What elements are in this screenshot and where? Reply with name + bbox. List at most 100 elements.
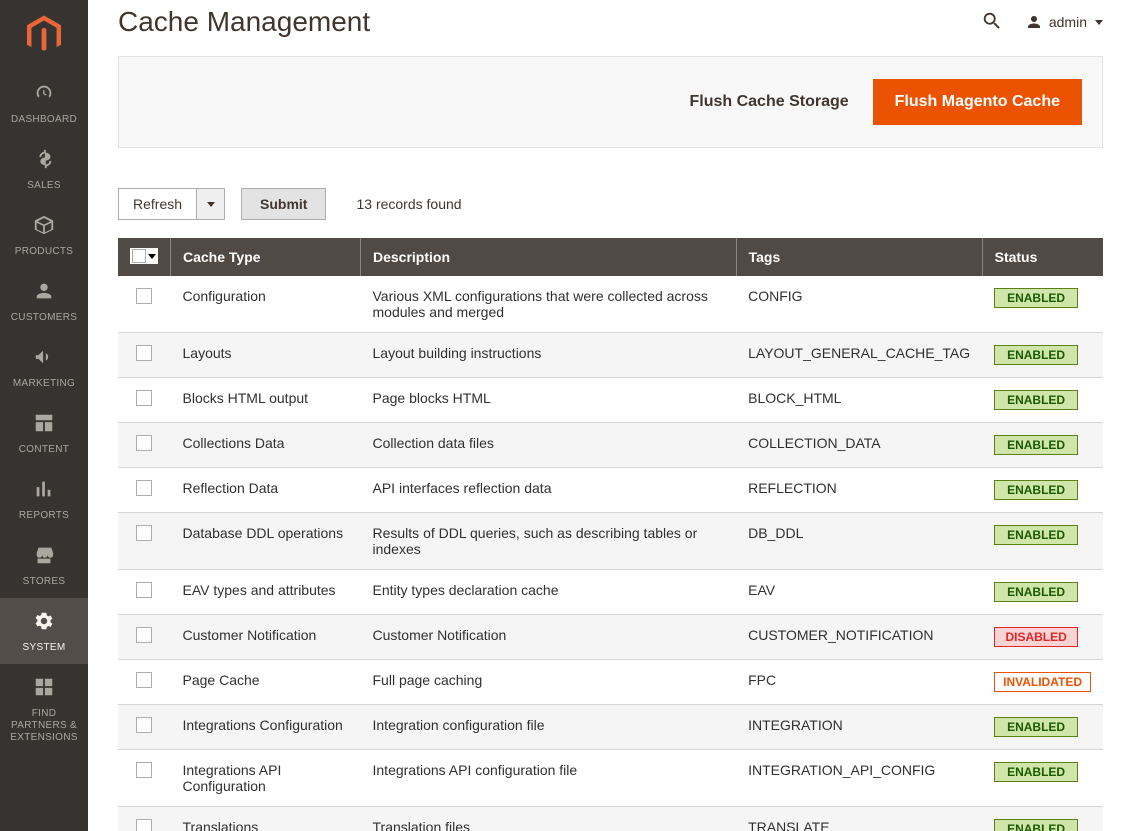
row-checkbox[interactable] xyxy=(136,672,152,688)
cell-description: Integration configuration file xyxy=(361,705,737,750)
chart-icon xyxy=(33,478,55,506)
cell-tags: FPC xyxy=(736,660,982,705)
cell-status: ENABLED xyxy=(982,570,1103,615)
cell-status: ENABLED xyxy=(982,423,1103,468)
flush-magento-cache-button[interactable]: Flush Magento Cache xyxy=(873,79,1082,125)
col-header-cache-type[interactable]: Cache Type xyxy=(171,238,361,276)
cell-tags: TRANSLATE xyxy=(736,807,982,831)
sidebar-item-find-partners-extensions[interactable]: FIND PARTNERS & EXTENSIONS xyxy=(0,664,88,754)
row-checkbox[interactable] xyxy=(136,345,152,361)
cell-tags: INTEGRATION_API_CONFIG xyxy=(736,750,982,807)
page-actions: Flush Cache Storage Flush Magento Cache xyxy=(118,56,1103,148)
sidebar-item-dashboard[interactable]: DASHBOARD xyxy=(0,70,88,136)
page-title: Cache Management xyxy=(118,6,370,38)
magento-logo[interactable] xyxy=(0,0,88,70)
sidebar-item-label: SALES xyxy=(23,180,65,192)
col-header-status[interactable]: Status xyxy=(982,238,1103,276)
cell-description: Integrations API configuration file xyxy=(361,750,737,807)
blocks-icon xyxy=(33,676,55,704)
mass-action-label: Refresh xyxy=(119,189,196,219)
cell-cache-type: Customer Notification xyxy=(171,615,361,660)
row-checkbox[interactable] xyxy=(136,717,152,733)
row-checkbox[interactable] xyxy=(136,582,152,598)
grid-controls: Refresh Submit 13 records found xyxy=(118,188,1103,220)
row-checkbox[interactable] xyxy=(136,435,152,451)
status-badge: ENABLED xyxy=(994,288,1078,308)
sidebar-item-customers[interactable]: CUSTOMERS xyxy=(0,268,88,334)
cell-status: ENABLED xyxy=(982,276,1103,333)
cell-description: Entity types declaration cache xyxy=(361,570,737,615)
col-header-description[interactable]: Description xyxy=(361,238,737,276)
col-header-tags[interactable]: Tags xyxy=(736,238,982,276)
sidebar-item-system[interactable]: SYSTEM xyxy=(0,598,88,664)
magento-logo-icon xyxy=(27,15,61,55)
admin-sidebar: DASHBOARD SALES PRODUCTS CUSTOMERS MARKETING… xyxy=(0,0,88,831)
cell-status: ENABLED xyxy=(982,705,1103,750)
row-checkbox[interactable] xyxy=(136,762,152,778)
sidebar-item-sales[interactable]: SALES xyxy=(0,136,88,202)
sidebar-item-label: CUSTOMERS xyxy=(7,312,81,324)
box-icon xyxy=(33,214,55,242)
records-found: 13 records found xyxy=(356,196,461,212)
mass-action-toggle[interactable] xyxy=(196,189,224,219)
cell-tags: COLLECTION_DATA xyxy=(736,423,982,468)
table-row: Reflection DataAPI interfaces reflection… xyxy=(118,468,1103,513)
cell-tags: BLOCK_HTML xyxy=(736,378,982,423)
select-all-checkbox[interactable] xyxy=(130,248,158,264)
chevron-down-icon xyxy=(148,254,156,259)
cell-cache-type: Integrations Configuration xyxy=(171,705,361,750)
row-checkbox[interactable] xyxy=(136,390,152,406)
cell-status: ENABLED xyxy=(982,750,1103,807)
status-badge: ENABLED xyxy=(994,525,1078,545)
row-checkbox[interactable] xyxy=(136,525,152,541)
megaphone-icon xyxy=(33,346,55,374)
table-row: Integrations API ConfigurationIntegratio… xyxy=(118,750,1103,807)
cell-tags: LAYOUT_GENERAL_CACHE_TAG xyxy=(736,333,982,378)
cell-cache-type: Database DDL operations xyxy=(171,513,361,570)
table-row: ConfigurationVarious XML configurations … xyxy=(118,276,1103,333)
table-row: TranslationsTranslation filesTRANSLATEEN… xyxy=(118,807,1103,831)
sidebar-item-content[interactable]: CONTENT xyxy=(0,400,88,466)
status-badge: ENABLED xyxy=(994,480,1078,500)
row-checkbox[interactable] xyxy=(136,480,152,496)
cell-status: ENABLED xyxy=(982,513,1103,570)
status-badge: ENABLED xyxy=(994,819,1078,831)
submit-button[interactable]: Submit xyxy=(241,188,326,220)
sidebar-item-label: PRODUCTS xyxy=(11,246,78,258)
sidebar-item-marketing[interactable]: MARKETING xyxy=(0,334,88,400)
row-checkbox[interactable] xyxy=(136,819,152,831)
cell-cache-type: Reflection Data xyxy=(171,468,361,513)
sidebar-item-reports[interactable]: REPORTS xyxy=(0,466,88,532)
flush-cache-storage-button[interactable]: Flush Cache Storage xyxy=(689,93,848,111)
status-badge: ENABLED xyxy=(994,582,1078,602)
cell-description: Results of DDL queries, such as describi… xyxy=(361,513,737,570)
status-badge: ENABLED xyxy=(994,717,1078,737)
sidebar-item-label: MARKETING xyxy=(9,378,79,390)
admin-user-menu[interactable]: admin xyxy=(1025,13,1103,31)
cell-description: Various XML configurations that were col… xyxy=(361,276,737,333)
cell-status: DISABLED xyxy=(982,615,1103,660)
chevron-down-icon xyxy=(207,202,215,207)
admin-user-label: admin xyxy=(1049,14,1087,30)
mass-action-select[interactable]: Refresh xyxy=(118,188,225,220)
cell-cache-type: Layouts xyxy=(171,333,361,378)
sidebar-item-stores[interactable]: STORES xyxy=(0,532,88,598)
user-icon xyxy=(1025,13,1043,31)
row-checkbox[interactable] xyxy=(136,288,152,304)
page-header: Cache Management admin xyxy=(118,0,1103,38)
row-checkbox[interactable] xyxy=(136,627,152,643)
col-header-select[interactable] xyxy=(118,238,171,276)
main-content: Cache Management admin Flush Cache Stora… xyxy=(88,0,1133,831)
search-icon[interactable] xyxy=(981,10,1003,35)
sidebar-item-label: DASHBOARD xyxy=(7,114,81,126)
sidebar-item-products[interactable]: PRODUCTS xyxy=(0,202,88,268)
cell-tags: CUSTOMER_NOTIFICATION xyxy=(736,615,982,660)
cell-status: INVALIDATED xyxy=(982,660,1103,705)
cell-tags: REFLECTION xyxy=(736,468,982,513)
cell-cache-type: EAV types and attributes xyxy=(171,570,361,615)
table-row: Database DDL operationsResults of DDL qu… xyxy=(118,513,1103,570)
cell-tags: EAV xyxy=(736,570,982,615)
cell-status: ENABLED xyxy=(982,333,1103,378)
sidebar-item-label: STORES xyxy=(19,576,70,588)
status-badge: DISABLED xyxy=(994,627,1078,647)
